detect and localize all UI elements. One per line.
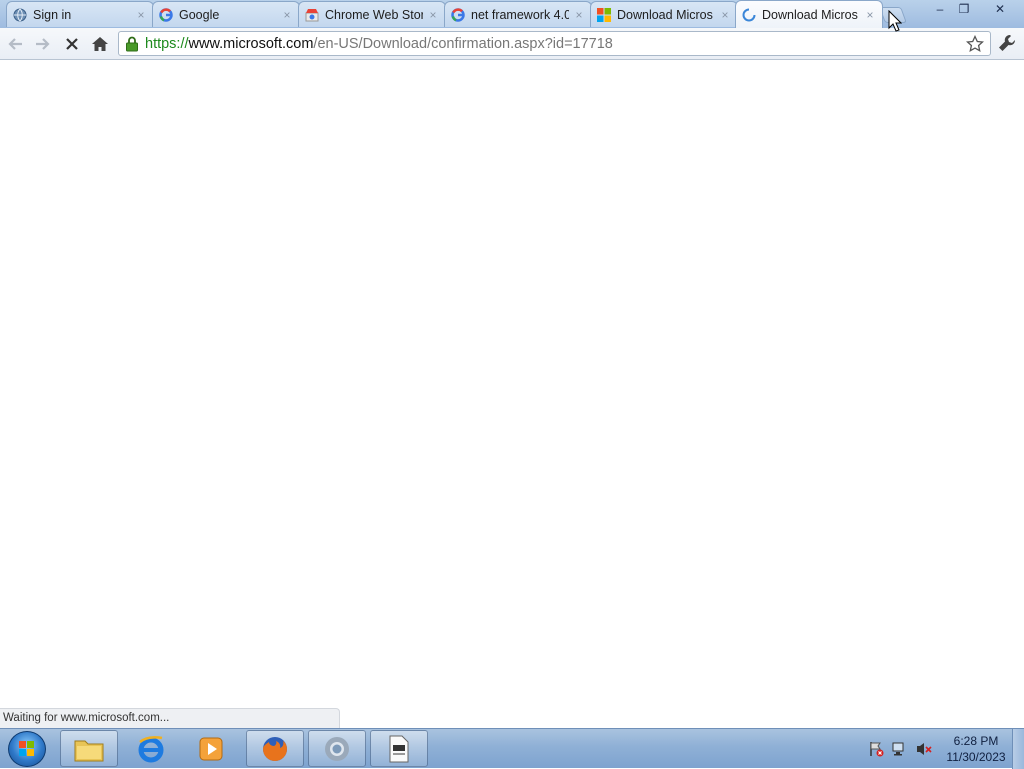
tab-label: Download Micros xyxy=(617,7,713,22)
tab-label: net framework 4.0 xyxy=(471,7,569,22)
back-arrow-icon xyxy=(8,38,22,50)
close-tab-icon[interactable]: × xyxy=(719,9,731,21)
back-button[interactable] xyxy=(4,32,28,56)
taskbar-document[interactable] xyxy=(370,730,428,767)
close-tab-icon[interactable]: × xyxy=(281,9,293,21)
wrench-icon[interactable] xyxy=(996,32,1018,54)
internet-explorer-icon xyxy=(138,735,164,762)
mouse-cursor-icon xyxy=(888,10,902,32)
action-center-flag-icon[interactable] xyxy=(868,741,884,757)
system-clock[interactable]: 6:28 PM 11/30/2023 xyxy=(944,733,1008,765)
taskbar-firefox[interactable] xyxy=(246,730,304,767)
tab-download-microsoft-1[interactable]: Download Micros × xyxy=(590,1,738,27)
lock-icon xyxy=(126,36,138,51)
tab-chrome-web-store[interactable]: Chrome Web Store × xyxy=(298,1,446,27)
tab-google[interactable]: Google × xyxy=(152,1,300,27)
start-button[interactable] xyxy=(8,731,46,767)
windows-logo-icon xyxy=(19,741,34,756)
maximize-button[interactable]: ❐ xyxy=(952,0,976,18)
close-tab-icon[interactable]: × xyxy=(573,9,585,21)
close-tab-icon[interactable]: × xyxy=(427,9,439,21)
url-text: https://www.microsoft.com/en-US/Download… xyxy=(145,36,613,52)
status-bubble: Waiting for www.microsoft.com... xyxy=(0,708,340,728)
home-button[interactable] xyxy=(88,32,112,56)
loading-spinner-icon xyxy=(742,8,756,22)
clock-time: 6:28 PM xyxy=(953,734,999,748)
close-tab-icon[interactable]: × xyxy=(135,9,147,21)
close-window-button[interactable]: ✕ xyxy=(985,0,1015,18)
tab-label: Google xyxy=(179,7,220,22)
document-icon xyxy=(389,735,409,762)
forward-button[interactable] xyxy=(30,32,54,56)
url-scheme: https:// xyxy=(145,35,189,52)
clock-date: 11/30/2023 xyxy=(946,750,1006,764)
taskbar-internet-explorer[interactable] xyxy=(122,730,180,767)
minimize-button[interactable]: – xyxy=(928,0,952,18)
google-icon xyxy=(451,7,465,22)
url-path: /en-US/Download/confirmation.aspx?id=177… xyxy=(313,35,613,52)
address-bar[interactable]: https://www.microsoft.com/en-US/Download… xyxy=(118,31,991,56)
tab-label: Chrome Web Store xyxy=(325,7,423,22)
file-explorer-icon xyxy=(74,740,104,761)
bookmark-star-icon[interactable] xyxy=(966,35,984,53)
network-icon[interactable] xyxy=(892,741,908,757)
chrome-icon xyxy=(325,736,349,761)
stop-x-icon xyxy=(66,38,78,50)
show-desktop-button[interactable] xyxy=(1012,729,1024,769)
google-icon xyxy=(159,7,173,22)
page-content xyxy=(0,60,1024,728)
taskbar-chrome[interactable] xyxy=(308,730,366,767)
tab-label: Download Micros xyxy=(762,7,858,22)
volume-muted-icon[interactable] xyxy=(916,741,932,757)
url-host: www.microsoft.com xyxy=(188,35,314,52)
globe-icon xyxy=(13,8,27,22)
stop-button[interactable] xyxy=(60,32,84,56)
tab-label: Sign in xyxy=(33,7,72,22)
forward-arrow-icon xyxy=(36,38,50,50)
taskbar-media-player[interactable] xyxy=(182,730,240,767)
tab-download-microsoft-active[interactable]: Download Micros × xyxy=(735,0,883,28)
firefox-icon xyxy=(263,736,287,761)
webstore-icon xyxy=(305,8,319,22)
taskbar-file-explorer[interactable] xyxy=(60,730,118,767)
close-tab-icon[interactable]: × xyxy=(864,9,876,21)
tab-strip: Sign in × Google × Chrome Web Store × ne… xyxy=(0,0,1024,28)
browser-toolbar: https://www.microsoft.com/en-US/Download… xyxy=(0,28,1024,60)
taskbar: 6:28 PM 11/30/2023 xyxy=(0,728,1024,769)
tab-sign-in[interactable]: Sign in × xyxy=(6,1,154,27)
home-icon xyxy=(92,37,108,51)
tab-net-framework[interactable]: net framework 4.0 × xyxy=(444,1,592,27)
microsoft-icon xyxy=(597,7,611,22)
media-player-icon xyxy=(199,737,223,760)
